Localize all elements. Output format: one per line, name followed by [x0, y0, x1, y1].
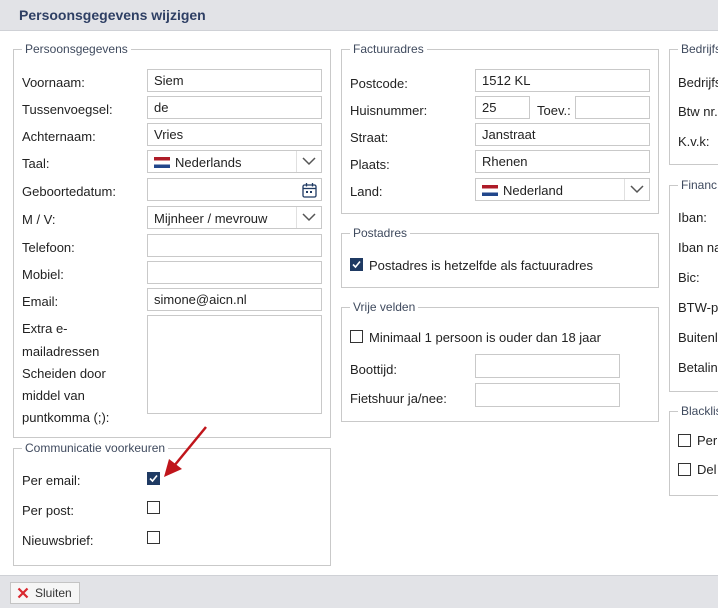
bike-label: Fietshuur ja/nee:: [350, 391, 447, 406]
infix-input[interactable]: de: [147, 96, 322, 119]
close-button-label: Sluiten: [35, 586, 72, 600]
extra-email-label-line: Scheiden door: [22, 366, 106, 381]
extra-email-textarea[interactable]: [147, 315, 322, 414]
postal-fieldset: Postadres: [341, 226, 659, 288]
per-post-checkbox[interactable]: [147, 501, 160, 514]
flag-nl-icon: [154, 157, 170, 168]
email-label: Email:: [22, 294, 59, 309]
addition-label: Toev.:: [537, 103, 571, 118]
language-label: Taal:: [22, 156, 50, 171]
close-button[interactable]: Sluiten: [10, 582, 80, 604]
check-icon: [149, 474, 158, 483]
postal-same-label: Postadres is hetzelfde als factuuradres: [369, 258, 594, 273]
last-name-input[interactable]: Vries: [147, 123, 322, 146]
gender-value: Mijnheer / mevrouw: [154, 211, 268, 226]
infix-label: Tussenvoegsel:: [22, 102, 113, 117]
iban-name-label: Iban na: [678, 240, 718, 255]
street-label: Straat:: [350, 130, 389, 145]
finance-legend: Financ: [681, 178, 718, 192]
personal-legend: Persoonsgegevens: [25, 42, 128, 56]
boat-time-input[interactable]: [475, 354, 620, 378]
housenumber-label: Huisnummer:: [350, 103, 428, 118]
blacklist-fieldset: Blacklis: [669, 404, 718, 496]
language-value: Nederlands: [175, 155, 242, 170]
coc-label: K.v.k:: [678, 134, 710, 149]
abroad-label: Buitenl: [678, 330, 718, 345]
gender-label: M / V:: [22, 212, 56, 227]
chevron-down-icon[interactable]: [296, 151, 321, 172]
last-name-label: Achternaam:: [22, 129, 96, 144]
blacklist-legend: Blacklis: [681, 404, 718, 418]
company-label: Bedrijfs: [678, 75, 718, 90]
vat-label: Btw nr.: [678, 104, 718, 119]
per-email-label: Per email:: [22, 473, 81, 488]
language-select[interactable]: Nederlands: [147, 150, 322, 173]
close-icon: [17, 587, 29, 599]
iban-label: Iban:: [678, 210, 707, 225]
birthdate-input[interactable]: [147, 178, 322, 201]
birthdate-label: Geboortedatum:: [22, 184, 116, 199]
newsletter-label: Nieuwsbrief:: [22, 533, 94, 548]
country-label: Land:: [350, 184, 383, 199]
postcode-label: Postcode:: [350, 76, 408, 91]
country-value: Nederland: [503, 183, 563, 198]
boat-time-label: Boottijd:: [350, 362, 397, 377]
chevron-down-icon[interactable]: [296, 207, 321, 228]
check-icon: [352, 260, 361, 269]
bic-label: Bic:: [678, 270, 700, 285]
arrow-annotation-icon: [164, 426, 207, 477]
extra-email-label-line: Extra e-: [22, 321, 68, 336]
company-legend: Bedrijfs: [681, 42, 718, 56]
communication-legend: Communicatie voorkeuren: [25, 441, 166, 455]
phone-label: Telefoon:: [22, 240, 75, 255]
extra-email-label-line: mailadressen: [22, 344, 100, 359]
calendar-icon[interactable]: [302, 182, 317, 200]
blacklist-opt1-label: Per: [697, 433, 718, 448]
newsletter-checkbox[interactable]: [147, 531, 160, 544]
city-input[interactable]: Rhenen: [475, 150, 650, 173]
email-input[interactable]: simone@aicn.nl: [147, 288, 322, 311]
gender-select[interactable]: Mijnheer / mevrouw: [147, 206, 322, 229]
btw-label: BTW-p: [678, 300, 718, 315]
housenumber-input[interactable]: 25: [475, 96, 530, 119]
street-input[interactable]: Janstraat: [475, 123, 650, 146]
first-name-input[interactable]: Siem: [147, 69, 322, 92]
postal-same-checkbox[interactable]: [350, 258, 363, 271]
mobile-input[interactable]: [147, 261, 322, 284]
country-select[interactable]: Nederland: [475, 178, 650, 201]
phone-input[interactable]: [147, 234, 322, 257]
dialog-footer: Sluiten: [0, 575, 718, 608]
addition-input[interactable]: [575, 96, 650, 119]
bike-input[interactable]: [475, 383, 620, 407]
extra-email-label-line: middel van: [22, 388, 85, 403]
blacklist-opt2-checkbox[interactable]: [678, 463, 691, 476]
city-label: Plaats:: [350, 157, 390, 172]
dialog-titlebar: Persoonsgegevens wijzigen: [0, 0, 718, 31]
postal-legend: Postadres: [353, 226, 408, 240]
extra-email-label-line: puntkomma (;):: [22, 410, 110, 425]
flag-nl-icon: [482, 185, 498, 196]
payment-label: Betalin: [678, 360, 718, 375]
postcode-input[interactable]: 1512 KL: [475, 69, 650, 92]
first-name-label: Voornaam:: [22, 75, 85, 90]
per-post-label: Per post:: [22, 503, 75, 518]
mobile-label: Mobiel:: [22, 267, 64, 282]
per-email-checkbox[interactable]: [147, 472, 160, 485]
blacklist-opt2-label: Del: [697, 462, 717, 477]
billing-legend: Factuuradres: [353, 42, 424, 56]
chevron-down-icon[interactable]: [624, 179, 649, 200]
free-fields-legend: Vrije velden: [353, 300, 416, 314]
dialog-title: Persoonsgegevens wijzigen: [19, 7, 206, 23]
adult-checkbox[interactable]: [350, 330, 363, 343]
blacklist-opt1-checkbox[interactable]: [678, 434, 691, 447]
adult-label: Minimaal 1 persoon is ouder dan 18 jaar: [369, 330, 601, 345]
